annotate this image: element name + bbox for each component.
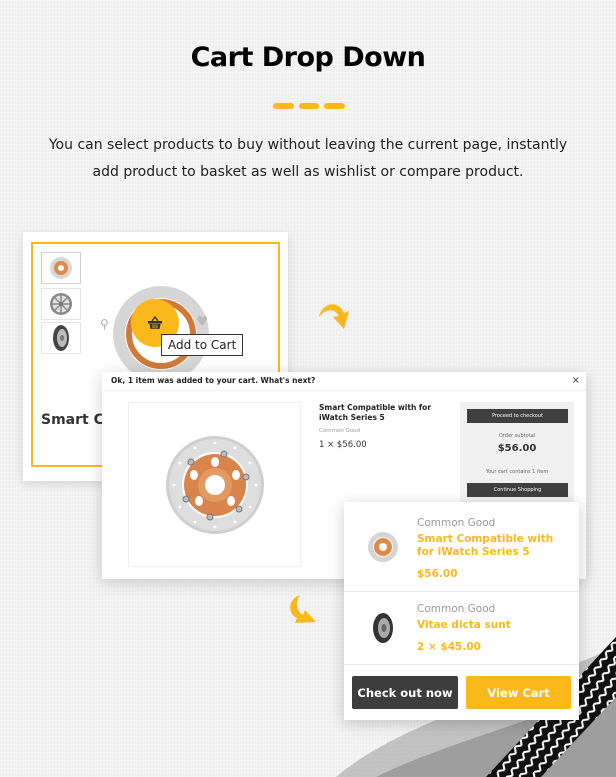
brake-disc-icon — [368, 532, 398, 562]
cart-dropdown: Common Good Smart Compatible with for iW… — [344, 502, 579, 720]
wishlist-heart-icon[interactable]: ♥ — [196, 314, 209, 330]
quick-view-search-icon[interactable]: ⚲ — [100, 317, 109, 331]
cart-item-price: $56.00 — [417, 568, 458, 580]
title-divider — [273, 103, 346, 109]
basket-icon — [148, 316, 162, 329]
thumbnail-alloy-wheel[interactable] — [41, 288, 81, 320]
cart-item-name[interactable]: Vitae dicta sunt — [417, 619, 567, 632]
curved-arrow-icon — [290, 595, 316, 623]
thumbnail-tire[interactable] — [41, 322, 81, 354]
modal-product-brand: Common Good — [319, 428, 361, 434]
order-subtotal-value: $56.00 — [497, 443, 537, 454]
modal-product-image — [128, 402, 301, 567]
divider-dash — [324, 103, 346, 109]
cart-item: Common Good Smart Compatible with for iW… — [344, 502, 579, 592]
brake-disc-icon — [50, 257, 72, 279]
proceed-to-checkout-button[interactable]: Proceed to checkout — [467, 409, 568, 423]
tire-icon — [53, 325, 69, 351]
brake-disc-image — [165, 435, 264, 534]
modal-title: Ok, 1 item was added to your cart. What'… — [111, 376, 316, 385]
cart-item-image[interactable] — [366, 530, 400, 564]
section-title: Cart Drop Down — [190, 42, 426, 73]
tire-icon — [373, 613, 393, 643]
view-cart-button[interactable]: View Cart — [466, 676, 571, 709]
curved-arrow-icon — [319, 304, 349, 329]
modal-product-quantity-price: 1 × $56.00 — [319, 440, 367, 450]
cart-item-name[interactable]: Smart Compatible with for iWatch Series … — [417, 533, 567, 559]
cart-item-price: 2 × $45.00 — [417, 641, 481, 653]
cart-item-image[interactable] — [366, 611, 400, 645]
order-subtotal-label: Order subtotal — [498, 433, 536, 439]
alloy-wheel-icon — [50, 293, 72, 315]
section-description: You can select products to buy without l… — [48, 137, 568, 180]
order-summary-panel: Proceed to checkout Order subtotal $56.0… — [460, 402, 574, 502]
divider-dash — [273, 103, 294, 109]
modal-product-name[interactable]: Smart Compatible with for iWatch Series … — [319, 403, 449, 423]
add-to-cart-tooltip: Add to Cart — [161, 334, 244, 356]
cart-item-brand: Common Good — [417, 603, 496, 615]
cart-item: Common Good Vitae dicta sunt 2 × $45.00 — [344, 592, 579, 665]
cart-count-text: Your cart contains 1 item — [485, 469, 549, 475]
check-out-now-button[interactable]: Check out now — [352, 676, 458, 709]
cart-item-brand: Common Good — [417, 517, 496, 529]
thumbnail-brake-disc[interactable] — [41, 252, 81, 284]
modal-header: Ok, 1 item was added to your cart. What'… — [102, 372, 586, 391]
close-icon[interactable]: × — [572, 375, 580, 386]
continue-shopping-button[interactable]: Continue Shopping — [467, 483, 568, 497]
divider-dash — [298, 103, 320, 109]
